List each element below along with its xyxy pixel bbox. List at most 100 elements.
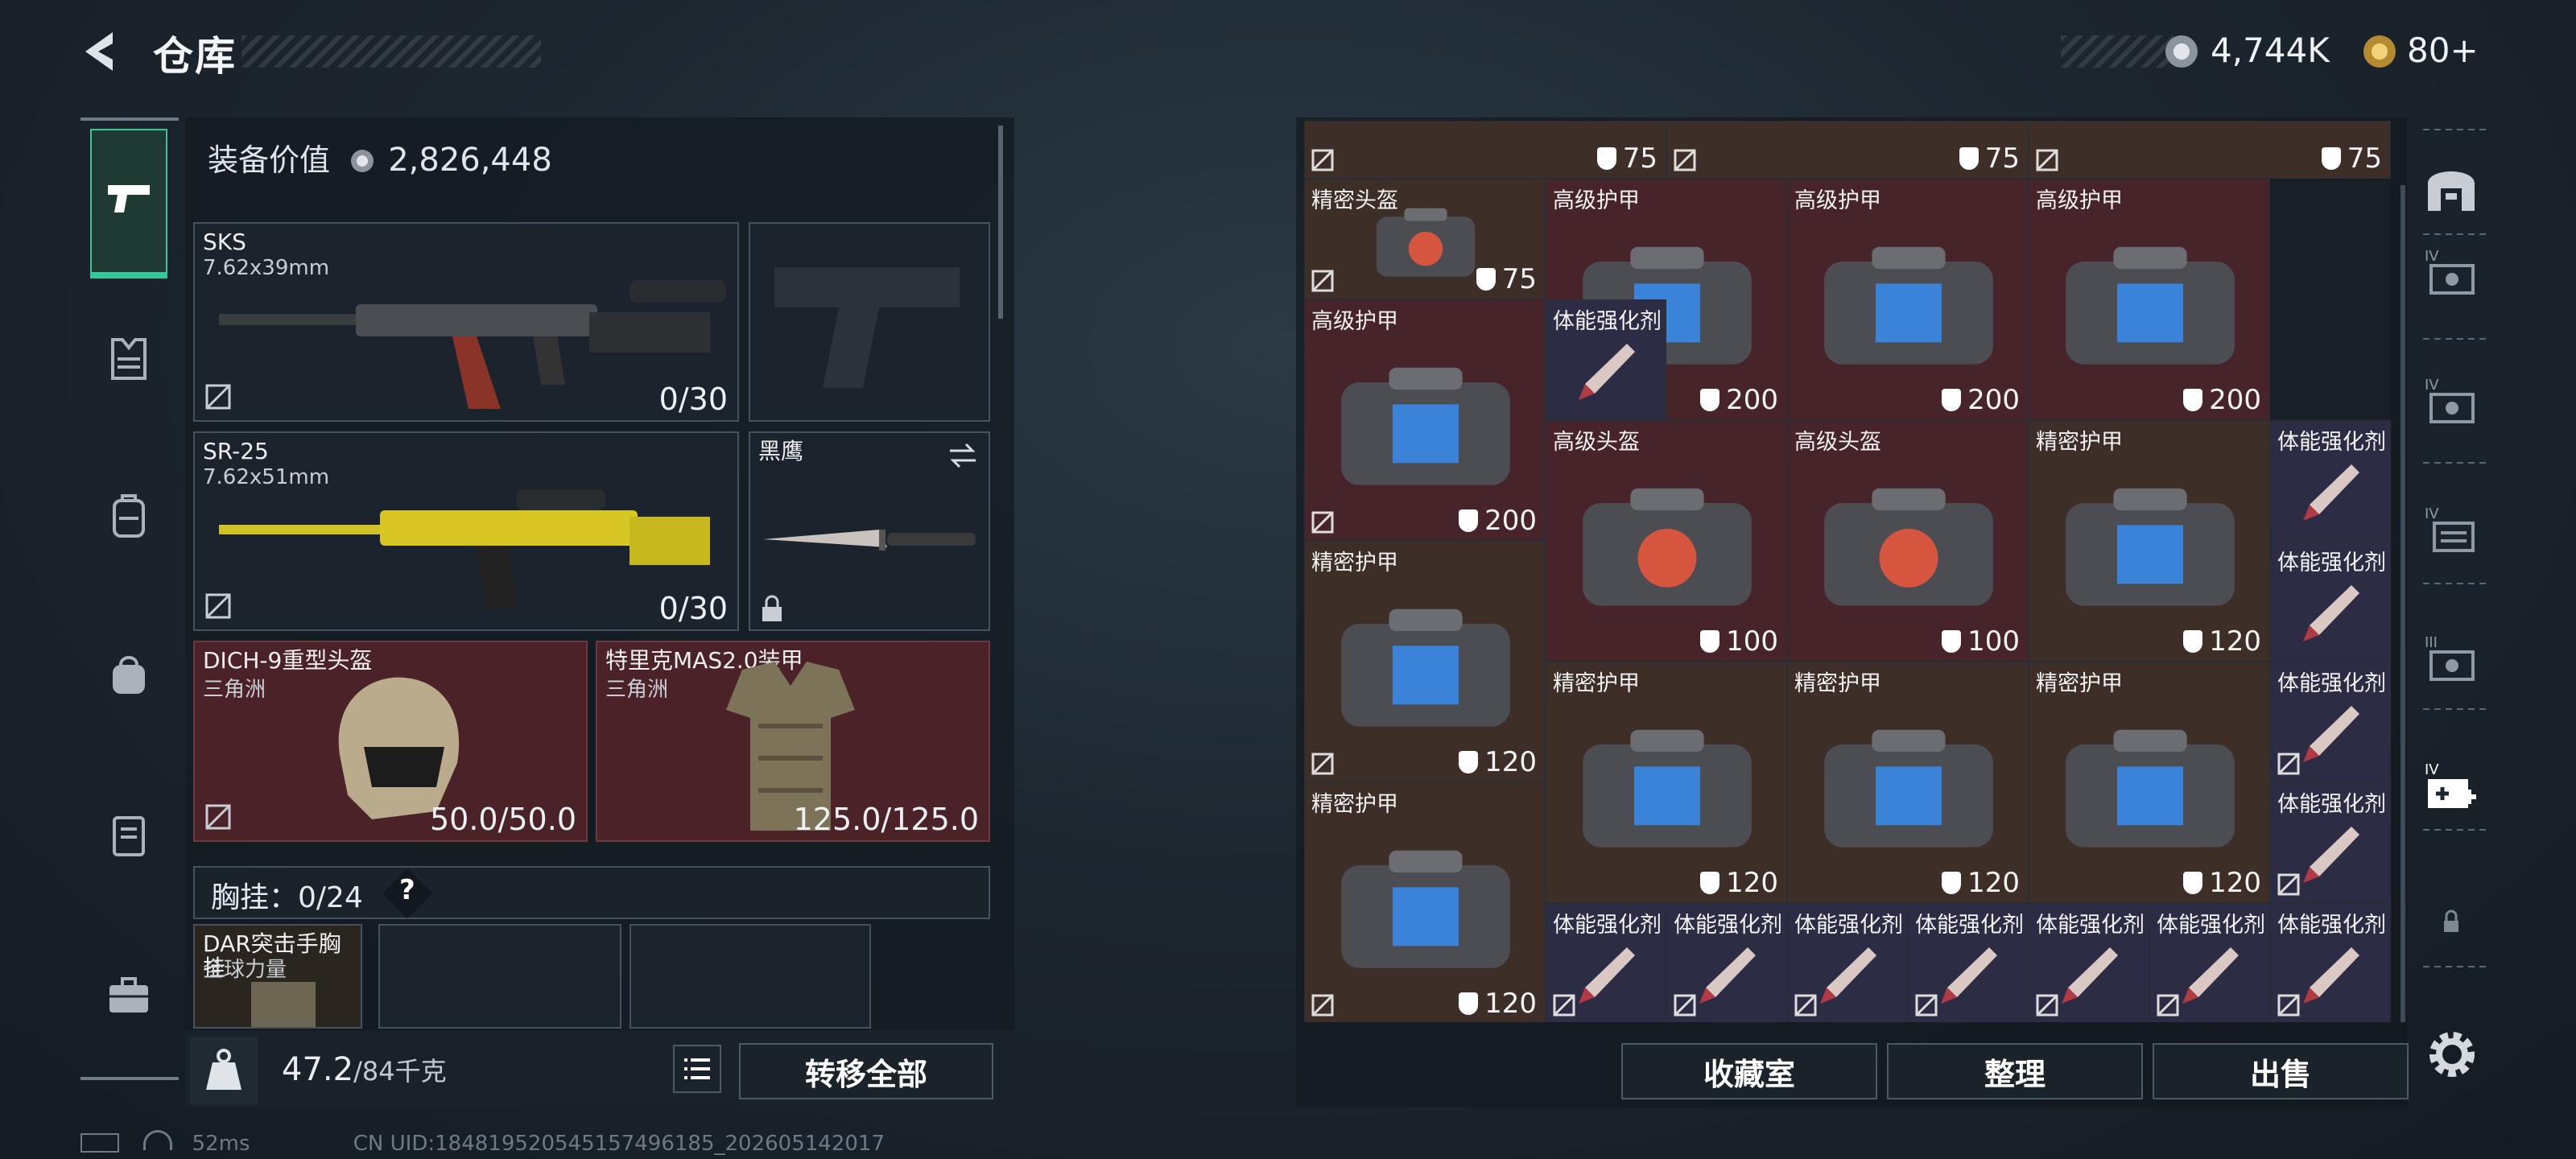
armor-nav-icon[interactable] <box>105 335 153 383</box>
stash-item[interactable]: 体能强化剂 <box>2029 903 2149 1022</box>
stash-home-icon[interactable] <box>2423 159 2479 216</box>
list-view-button[interactable] <box>673 1045 721 1093</box>
equipment-value-number: 2,826,448 <box>388 142 552 179</box>
stash-item[interactable]: 体能强化剂 <box>1666 903 1787 1022</box>
stash-item[interactable]: 高级护甲 200 <box>2029 179 2270 420</box>
no-insure-icon <box>1311 753 1334 775</box>
help-icon[interactable]: ? <box>399 874 415 906</box>
no-insure-icon <box>2277 753 2300 775</box>
container-iv-icon[interactable]: IV <box>2423 504 2479 560</box>
pouch-slot-empty[interactable] <box>378 924 621 1029</box>
item-name: 精密护甲 <box>1794 671 1881 696</box>
durability-value: 100 <box>1726 625 1778 658</box>
back-icon[interactable] <box>77 27 126 76</box>
toolbox-nav-icon[interactable] <box>105 971 153 1019</box>
shield-icon <box>2183 389 2203 411</box>
pouch-slot-empty[interactable] <box>630 924 871 1029</box>
stash-item[interactable]: 精密护甲 120 <box>1304 782 1546 1022</box>
pistol-icon[interactable] <box>105 174 153 222</box>
item-name: 精密护甲 <box>2036 430 2123 455</box>
primary-weapon-slot[interactable]: SKS 7.62x39mm 0/30 <box>193 222 739 422</box>
stash-item[interactable]: 精密护甲 120 <box>2029 420 2270 662</box>
rig-slot[interactable]: DAR突击手胸挂 全球力量 <box>193 924 362 1029</box>
side-divider <box>2423 583 2487 584</box>
stash-item[interactable]: 高级护甲 200 <box>1787 179 2029 420</box>
durability: 200 <box>2183 384 2261 416</box>
stash-item[interactable]: 精密护甲 120 <box>1787 662 2029 903</box>
no-insure-icon <box>1915 994 1938 1017</box>
durability: 120 <box>1700 867 1778 899</box>
durability: 120 <box>1459 988 1537 1020</box>
container-iv-icon[interactable]: IV <box>2423 375 2479 431</box>
stash-item[interactable]: 体能强化剂 <box>2270 420 2391 541</box>
durability-value: 120 <box>2209 867 2261 899</box>
backpack-nav-icon[interactable] <box>105 491 153 539</box>
settings-gear-icon[interactable] <box>2421 1024 2483 1085</box>
stash-item[interactable]: 精密护甲 120 <box>1304 541 1546 782</box>
stimulant-syringe-image <box>2303 464 2359 521</box>
stash-item[interactable]: 体能强化剂 <box>2270 662 2391 782</box>
stash-item[interactable]: 精密护甲 120 <box>2029 662 2270 903</box>
stash-item[interactable]: 高级头盔 100 <box>1546 420 1787 662</box>
durability: 200 <box>1942 384 2020 416</box>
armor-crate-image <box>1341 367 1510 485</box>
item-name: 体能强化剂 <box>2277 430 2386 455</box>
sell-button[interactable]: 出售 <box>2153 1043 2409 1099</box>
stash-scrollbar[interactable] <box>2401 185 2405 1022</box>
helmet-slot[interactable]: DICH-9重型头盔 三角洲 50.0/50.0 <box>193 641 588 842</box>
stash-item[interactable]: 体能强化剂 <box>2149 903 2270 1022</box>
loadout-scrollbar[interactable] <box>998 126 1003 319</box>
item-name: 精密护甲 <box>1311 792 1398 817</box>
gold-rifle-image <box>219 489 710 610</box>
no-insure-icon <box>1794 994 1817 1017</box>
stash-item[interactable]: 精密头盔 75 <box>1304 179 1546 299</box>
page-title: 仓库 <box>153 33 237 80</box>
stimulant-syringe-image <box>2303 585 2359 641</box>
stash-item[interactable]: 体能强化剂 <box>1546 299 1666 420</box>
stash-item-partial[interactable]: 75 <box>1304 121 1666 179</box>
collection-button[interactable]: 收藏室 <box>1621 1043 1877 1099</box>
transfer-all-button[interactable]: 转移全部 <box>739 1043 993 1099</box>
nav-rail-bottom <box>80 1077 179 1080</box>
stash-item-partial[interactable]: 75 <box>2029 121 2391 179</box>
medkit-iv-icon[interactable]: IV <box>2423 760 2479 816</box>
stash-item[interactable]: 体能强化剂 <box>1908 903 2029 1022</box>
stash-item[interactable]: 体能强化剂 <box>2270 903 2391 1022</box>
sort-button[interactable]: 整理 <box>1887 1043 2143 1099</box>
weight-icon <box>206 1049 242 1090</box>
durability-value: 120 <box>1726 867 1778 899</box>
container-iv-icon[interactable]: IV <box>2423 246 2479 303</box>
shield-icon <box>1596 147 1616 170</box>
durability: 75 <box>1959 142 2020 175</box>
durability-value: 120 <box>1484 988 1537 1020</box>
stimulant-syringe-image <box>1579 344 1635 400</box>
case-nav-icon[interactable] <box>105 810 153 858</box>
stash-item-partial[interactable]: 75 <box>1666 121 2029 179</box>
wifi-icon <box>143 1130 173 1150</box>
stash-item[interactable]: 体能强化剂 <box>2270 782 2391 903</box>
secondary-weapon-slot[interactable]: SR-25 7.62x51mm 0/30 <box>193 431 739 631</box>
armor-slot[interactable]: 特里克MAS2.0装甲 三角洲 125.0/125.0 <box>596 641 990 842</box>
side-divider <box>2423 233 2487 235</box>
durability: 75 <box>2321 142 2382 175</box>
stash-item[interactable]: 体能强化剂 <box>1787 903 1908 1022</box>
lock-icon <box>2423 893 2479 950</box>
container-iii-icon[interactable]: III <box>2423 633 2479 689</box>
stash-item[interactable]: 体能强化剂 <box>2270 541 2391 662</box>
swap-icon[interactable] <box>947 441 979 470</box>
shield-icon <box>1459 509 1479 532</box>
stash-item[interactable]: 高级头盔 100 <box>1787 420 2029 662</box>
item-name: 精密护甲 <box>1311 551 1398 575</box>
armor-crate-image <box>1583 729 1752 848</box>
melee-slot[interactable]: 黑鹰 <box>749 431 990 631</box>
stimulant-syringe-image <box>2062 947 2118 1004</box>
melee-name: 黑鹰 <box>758 438 804 464</box>
item-name: 体能强化剂 <box>2036 913 2145 938</box>
pistol-slot-empty[interactable] <box>749 222 990 422</box>
stash-item[interactable]: 体能强化剂 <box>1546 903 1666 1022</box>
armor-crate-image <box>1341 608 1510 727</box>
title-decoration <box>242 35 541 68</box>
stash-item[interactable]: 高级护甲 200 <box>1304 299 1546 541</box>
bag-nav-icon[interactable] <box>105 650 153 699</box>
stash-item[interactable]: 精密护甲 120 <box>1546 662 1787 903</box>
